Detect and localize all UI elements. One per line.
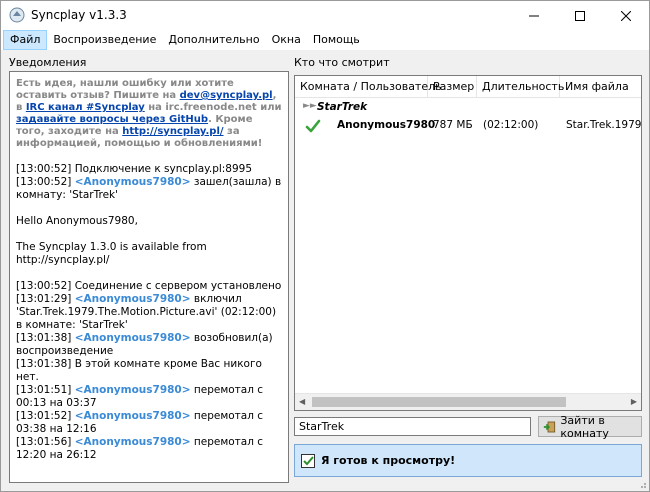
maximize-button[interactable] xyxy=(557,1,603,30)
cell-filename: Star.Trek.1979.T xyxy=(566,119,642,131)
log-line: [13:01:52] <Anonymous7980> перемотал с 0… xyxy=(16,410,282,436)
column-header-size[interactable]: Размер xyxy=(428,76,477,98)
log-line: [13:00:52] <Anonymous7980> зашел(зашла) … xyxy=(16,176,282,202)
log-timestamp: [13:01:51] xyxy=(16,384,72,396)
log-timestamp: [13:01:52] xyxy=(16,410,72,422)
log-group-2: [13:00:52] Соединение с сервером установ… xyxy=(16,280,282,462)
menu-advanced[interactable]: Дополнительно xyxy=(162,30,265,50)
log-line: [13:00:52] Соединение с сервером установ… xyxy=(16,280,282,293)
close-button[interactable] xyxy=(603,1,649,30)
log-user: <Anonymous7980> xyxy=(74,293,191,305)
close-icon xyxy=(621,10,631,21)
log-timestamp: [13:01:56] xyxy=(16,436,72,448)
door-enter-icon xyxy=(543,421,556,432)
scroll-left-icon[interactable]: ◀ xyxy=(299,397,305,406)
menu-help[interactable]: Помощь xyxy=(307,30,366,50)
ready-check-icon xyxy=(305,119,321,133)
log-line: [13:01:38] В этой комнате кроме Вас нико… xyxy=(16,358,282,384)
menu-windows[interactable]: Окна xyxy=(266,30,307,50)
menu-playback[interactable]: Воспроизведение xyxy=(47,30,162,50)
table-header: Комната / Пользователь Размер Длительнос… xyxy=(295,76,641,98)
watchers-table[interactable]: Комната / Пользователь Размер Длительнос… xyxy=(294,75,642,411)
log-user: <Anonymous7980> xyxy=(74,176,191,188)
log-line: [13:00:52] Подключение к syncplay.pl:899… xyxy=(16,163,282,176)
log-line: [13:01:38] <Anonymous7980> возобновил(а)… xyxy=(16,332,282,358)
log-timestamp: [13:00:52] xyxy=(16,163,72,175)
cell-duration: (02:12:00) xyxy=(483,119,539,131)
title-bar[interactable]: Syncplay v1.3.3 xyxy=(1,1,649,30)
room-expand-icon[interactable]: ►► xyxy=(303,101,317,111)
room-row[interactable]: ►► StarTrek xyxy=(295,100,635,116)
irc-link[interactable]: IRC канал #Syncplay xyxy=(26,102,145,113)
horizontal-scrollbar[interactable]: ◀ ▶ xyxy=(295,393,641,410)
log-user: <Anonymous7980> xyxy=(74,332,191,344)
log-group-1: [13:00:52] Подключение к syncplay.pl:899… xyxy=(16,163,282,202)
column-header-room-user[interactable]: Комната / Пользователь xyxy=(295,76,442,98)
menu-file[interactable]: Файл xyxy=(3,30,48,50)
log-user: <Anonymous7980> xyxy=(74,436,191,448)
menu-bar: Файл Воспроизведение Дополнительно Окна … xyxy=(1,30,649,50)
main-window: Syncplay v1.3.3 Файл Воспроизведение Доп… xyxy=(0,0,650,492)
log-timestamp: [13:01:38] xyxy=(16,332,72,344)
ready-label: Я готов к просмотру! xyxy=(321,454,456,467)
room-name: StarTrek xyxy=(317,101,368,113)
hint-text: на irc.freenode.net или xyxy=(144,102,282,113)
log-timestamp: [13:00:52] xyxy=(16,176,72,188)
log-text: Подключение к syncplay.pl:8995 xyxy=(74,163,253,175)
room-input[interactable] xyxy=(294,417,531,436)
site-link[interactable]: http://syncplay.pl/ xyxy=(122,126,223,137)
cell-user: Anonymous7980 xyxy=(337,119,436,131)
checkmark-icon xyxy=(302,456,314,466)
syncplay-app-icon xyxy=(9,7,25,23)
github-link[interactable]: задавайте вопросы через GitHub xyxy=(16,114,208,125)
maximize-icon xyxy=(575,10,585,21)
notifications-log[interactable]: Есть идея, нашли ошибку или хотите остав… xyxy=(9,71,289,483)
email-link[interactable]: dev@syncplay.pl xyxy=(180,90,273,101)
scrollbar-thumb[interactable] xyxy=(312,397,566,407)
minimize-button[interactable] xyxy=(511,1,557,30)
column-header-duration[interactable]: Длительность xyxy=(477,76,564,98)
log-timestamp: [13:01:38] xyxy=(16,358,72,370)
log-user: <Anonymous7980> xyxy=(74,384,191,396)
column-header-filename[interactable]: Имя файла xyxy=(560,76,641,98)
resize-grip-icon[interactable] xyxy=(637,479,647,489)
log-line: [13:01:56] <Anonymous7980> перемотал с 1… xyxy=(16,436,282,462)
ready-checkbox[interactable] xyxy=(301,453,315,468)
log-text: Соединение с сервером установлено xyxy=(74,280,282,292)
scroll-right-icon[interactable]: ▶ xyxy=(631,397,637,406)
window-title: Syncplay v1.3.3 xyxy=(31,8,127,22)
log-user: <Anonymous7980> xyxy=(74,410,191,422)
feedback-hint: Есть идея, нашли ошибку или хотите остав… xyxy=(16,78,282,150)
notifications-label: Уведомления xyxy=(9,56,87,69)
log-timestamp: [13:00:52] xyxy=(16,280,72,292)
join-room-label: Зайти в комнату xyxy=(560,413,609,440)
minimize-icon xyxy=(529,15,539,16)
hello-line: Hello Anonymous7980, xyxy=(16,215,138,227)
join-room-button[interactable]: Зайти в комнату xyxy=(538,413,642,440)
ready-toggle[interactable]: Я готов к просмотру! xyxy=(294,444,642,477)
watchers-label: Кто что смотрит xyxy=(294,56,390,69)
log-line: [13:01:29] <Anonymous7980> включил 'Star… xyxy=(16,293,282,332)
log-line: [13:01:51] <Anonymous7980> перемотал с 0… xyxy=(16,384,282,410)
table-row[interactable]: Anonymous7980 787 МБ (02:12:00) Star.Tre… xyxy=(295,117,642,135)
cell-size: 787 МБ xyxy=(433,119,473,131)
update-line: The Syncplay 1.3.0 is available from htt… xyxy=(16,241,207,266)
log-timestamp: [13:01:29] xyxy=(16,293,72,305)
